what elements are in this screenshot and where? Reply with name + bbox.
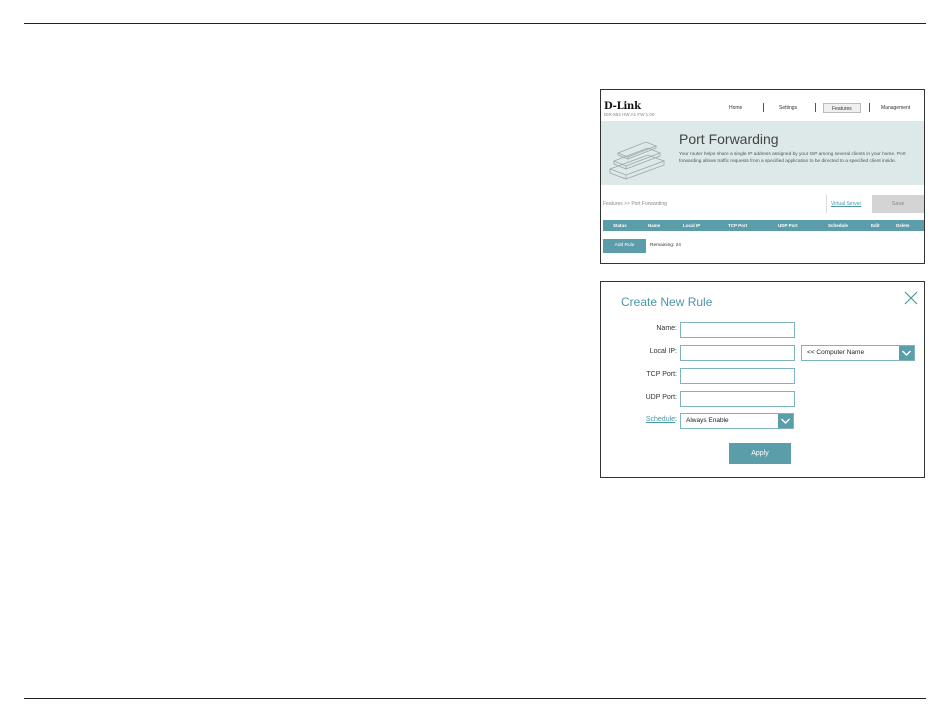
page-bottom-rule [24,698,926,699]
breadcrumb-divider [826,195,827,213]
name-label: Name: [656,325,677,332]
tcp-port-label: TCP Port: [646,371,677,378]
dialog-title: Create New Rule [621,295,713,309]
nav-separator [815,103,816,112]
udp-port-input[interactable] [680,391,795,407]
page-title: Port Forwarding [679,131,779,147]
computer-name-select[interactable]: << Computer Name [801,345,915,361]
virtual-server-link[interactable]: Virtual Server [831,201,861,207]
column-tcp-port: TCP Port [728,223,748,228]
column-delete: Delete [896,223,910,228]
column-udp-port: UDP Port [778,223,798,228]
column-local-ip: Local IP [683,223,701,228]
schedule-label-row: Schedule: [621,413,677,427]
port-forwarding-screenshot: D-Link DIR-863 HW:A1 FW:1.00 Home Settin… [600,89,925,264]
chevron-down-icon [778,414,793,428]
nav-settings[interactable]: Settings [779,103,797,113]
schedule-link[interactable]: Schedule [646,416,675,423]
nav-separator [763,103,764,112]
top-nav-bar: D-Link DIR-863 HW:A1 FW:1.00 Home Settin… [601,90,924,120]
nav-management[interactable]: Management [881,103,910,113]
page-hero: Port Forwarding Your router helps share … [601,121,924,185]
nav-home[interactable]: Home [729,103,742,113]
column-schedule: Schedule [828,223,849,228]
tcp-port-input[interactable] [680,368,795,384]
dlink-logo: D-Link [604,101,641,112]
nav-separator [869,103,870,112]
column-edit: Edit [871,223,880,228]
save-button[interactable]: Save [872,195,924,213]
local-ip-label: Local IP: [649,348,677,355]
apply-button[interactable]: Apply [729,443,791,464]
breadcrumb: Features >> Port Forwarding [603,201,667,207]
udp-port-label: UDP Port: [645,394,677,401]
local-ip-input[interactable] [680,345,795,361]
schedule-select[interactable]: Always Enable [680,413,794,429]
remaining-count: Remaining: 24 [650,243,681,248]
page-description: Your router helps share a single IP addr… [679,152,906,164]
computer-name-value: << Computer Name [807,349,865,356]
schedule-colon: : [675,416,677,423]
port-forwarding-illustration-icon [608,141,666,180]
name-input[interactable] [680,322,795,338]
page-top-rule [24,23,926,24]
schedule-value: Always Enable [686,417,729,424]
column-name: Name [648,223,661,228]
model-info: DIR-863 HW:A1 FW:1.00 [604,112,655,117]
close-icon[interactable] [903,290,919,306]
create-rule-dialog: Create New Rule Name: Local IP: << Compu… [600,281,925,478]
chevron-down-icon [899,346,914,360]
nav-features[interactable]: Features [823,103,861,113]
add-rule-button[interactable]: Add Rule [603,239,646,253]
rules-table-header: Status Name Local IP TCP Port UDP Port S… [603,220,924,231]
column-status: Status [613,223,627,228]
